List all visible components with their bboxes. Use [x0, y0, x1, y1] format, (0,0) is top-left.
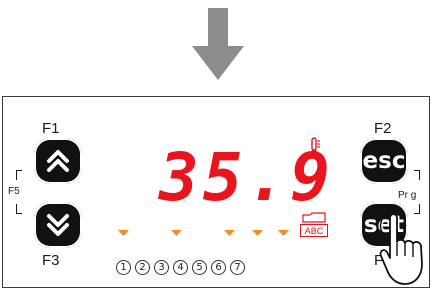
f3-label: F3	[42, 252, 60, 269]
double-chevron-up-icon	[47, 150, 69, 172]
f5-bracket-bottom	[16, 204, 22, 214]
f5-bracket-top	[16, 170, 22, 180]
esc-button[interactable]: esc	[360, 138, 408, 184]
esc-button-label: esc	[362, 147, 406, 174]
f2-label: F2	[374, 120, 392, 137]
f5-label: F5	[8, 186, 20, 197]
indicator-7: 7	[230, 260, 245, 275]
double-chevron-down-icon	[47, 214, 69, 236]
indicator-5: 5	[192, 260, 207, 275]
prg-bracket-top	[414, 170, 420, 180]
pointing-hand-icon	[379, 213, 423, 285]
temperature-display: 35.9	[159, 139, 334, 216]
indicator-2: 2	[135, 260, 150, 275]
down-button[interactable]	[34, 202, 82, 248]
f1-label: F1	[42, 120, 60, 137]
thermometer-icon	[310, 137, 320, 157]
indicator-1: 1	[116, 260, 131, 275]
indicator-4: 4	[173, 260, 188, 275]
prg-label: Pr g	[398, 190, 417, 201]
indicator-3: 3	[154, 260, 169, 275]
indicator-6: 6	[211, 260, 226, 275]
folder-icon	[302, 212, 326, 223]
abc-indicator: ABC	[300, 224, 328, 237]
down-arrow-icon	[192, 8, 244, 80]
up-button[interactable]	[34, 138, 82, 184]
